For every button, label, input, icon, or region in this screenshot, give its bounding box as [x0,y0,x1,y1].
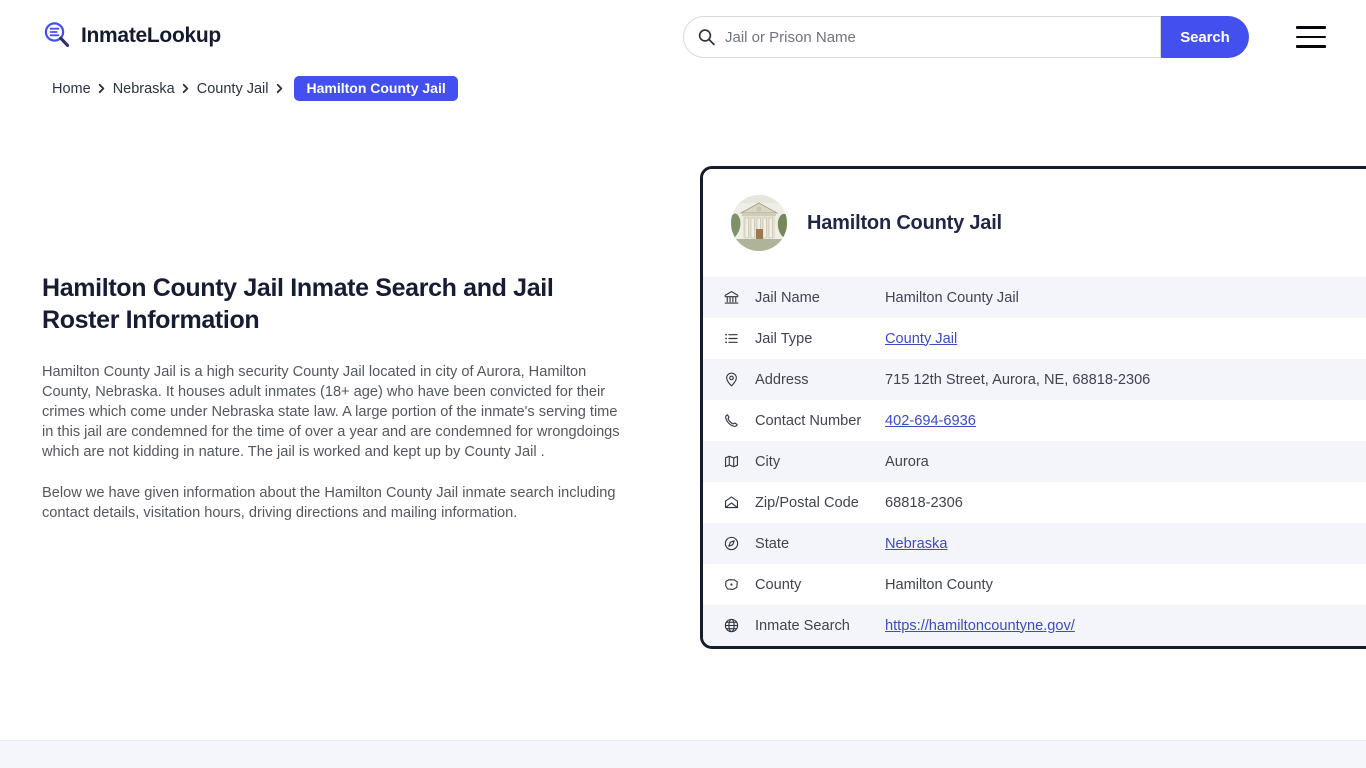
row-label: City [755,453,781,470]
search-bar: Search [683,16,1249,58]
brand-logo[interactable]: InmateLookup [42,20,221,50]
row-label: Address [755,371,809,388]
table-row: Jail Name Hamilton County Jail [703,277,1366,318]
article-content: Hamilton County Jail Inmate Search and J… [42,272,632,523]
description-paragraph-1: Hamilton County Jail is a high security … [42,364,620,460]
description-paragraph-2: Below we have given information about th… [42,485,616,521]
jail-card-title: Hamilton County Jail [807,211,1002,234]
menu-bar-2 [1296,35,1326,39]
jail-info-card-header: Hamilton County Jail [703,169,1366,277]
row-label: State [755,535,790,552]
search-button[interactable]: Search [1161,16,1249,58]
search-input[interactable] [684,17,1160,57]
table-row: Zip/Postal Code 68818-2306 [703,482,1366,523]
courthouse-photo [731,195,787,251]
hamburger-menu-icon[interactable] [1296,24,1328,50]
county-map-icon [721,575,741,595]
breadcrumb-current: Hamilton County Jail [294,76,458,101]
jail-details-table: Jail Name Hamilton County Jail Jail Type… [703,277,1366,646]
bank-building-icon [721,288,741,308]
breadcrumb-item-nebraska[interactable]: Nebraska [113,81,175,97]
row-value: Hamilton County [885,576,993,593]
list-icon [721,329,741,349]
row-value-link[interactable]: https://hamiltoncountyne.gov/ [885,618,1075,634]
row-value: Aurora [885,453,929,470]
menu-bar-1 [1296,26,1326,29]
table-row: Contact Number 402-694-6936 [703,400,1366,441]
table-row: Inmate Search https://hamiltoncountyne.g… [703,605,1366,646]
row-value-link[interactable]: County Jail [885,331,957,347]
search-box [683,16,1161,58]
jail-info-card: Hamilton County Jail Jail Name Hamilton … [700,166,1366,649]
footer-band [0,740,1366,768]
row-label: Jail Name [755,289,820,306]
globe-icon [721,616,741,636]
envelope-icon [721,493,741,513]
magnifier-list-icon [42,20,72,50]
row-value-link[interactable]: 402-694-6936 [885,413,976,429]
search-icon [698,29,715,46]
row-value-link[interactable]: Nebraska [885,536,947,552]
row-label: Inmate Search [755,617,850,634]
table-row: County Hamilton County [703,564,1366,605]
phone-icon [721,411,741,431]
breadcrumb-item-county-jail[interactable]: County Jail [197,81,269,97]
breadcrumb: Home Nebraska County Jail Hamilton Count… [52,76,458,101]
compass-icon [721,534,741,554]
chevron-right-icon [175,83,197,94]
chevron-right-icon [91,83,113,94]
row-value: Hamilton County Jail [885,289,1019,306]
brand-name: InmateLookup [81,23,221,47]
map-pin-icon [721,370,741,390]
table-row: Address 715 12th Street, Aurora, NE, 688… [703,359,1366,400]
table-row: Jail Type County Jail [703,318,1366,359]
row-label: Jail Type [755,330,813,347]
page-title: Hamilton County Jail Inmate Search and J… [42,274,554,334]
map-icon [721,452,741,472]
menu-bar-3 [1296,45,1326,48]
row-value: 715 12th Street, Aurora, NE, 68818-2306 [885,371,1151,388]
row-label: Contact Number [755,412,862,429]
page-root: InmateLookup Search Home [0,0,1366,768]
row-label: County [755,576,802,593]
table-row: City Aurora [703,441,1366,482]
breadcrumb-item-home[interactable]: Home [52,81,91,97]
site-header: InmateLookup Search [0,0,1366,74]
row-value: 68818-2306 [885,494,963,511]
table-row: State Nebraska [703,523,1366,564]
row-label: Zip/Postal Code [755,494,859,511]
chevron-right-icon [268,83,290,94]
